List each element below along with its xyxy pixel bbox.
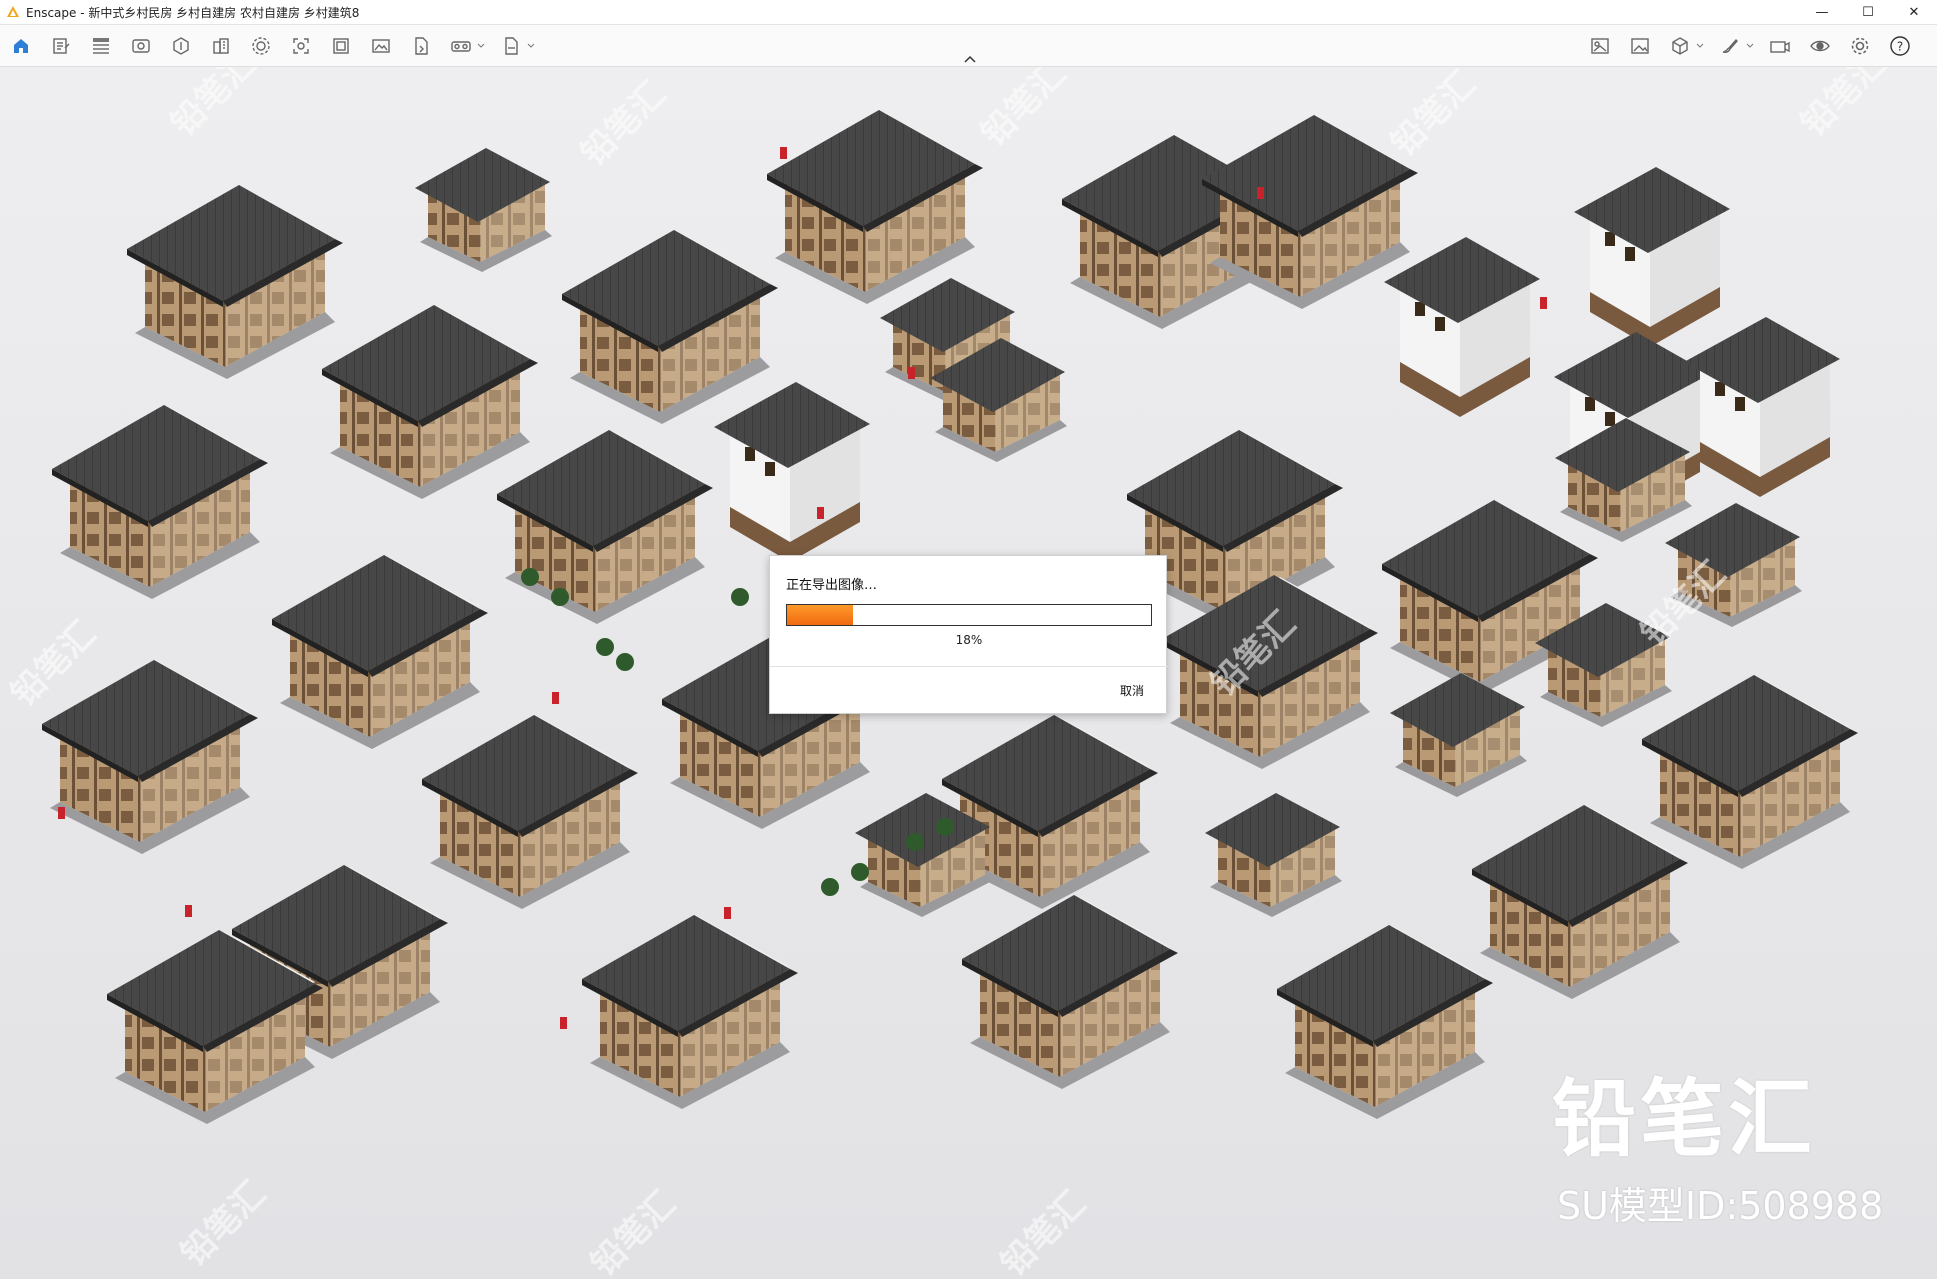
collapse-toolbar-chevron-up-icon[interactable] [960,52,980,66]
export-progress-dialog: 正在导出图像… 18% 取消 [769,555,1168,714]
notes-icon[interactable] [48,33,74,59]
home-icon[interactable] [8,33,34,59]
brush-dropdown-chevron-down-icon[interactable] [1745,33,1755,59]
maximize-button[interactable]: ☐ [1845,0,1891,25]
toolbar-left [8,33,548,59]
cube-dropdown-chevron-down-icon[interactable] [1695,33,1705,59]
svg-text:?: ? [1897,40,1903,54]
watermark-brand: 铅笔汇 [1552,1070,1817,1168]
progress-percent: 18% [955,633,983,647]
title-bar: Enscape - 新中式乡村民房 乡村自建房 农村自建房 乡村建筑8 — ☐ … [0,0,1937,25]
progress-bar [786,604,1152,626]
cube-icon[interactable] [1667,33,1693,59]
settings-icon[interactable] [1847,33,1873,59]
progress-bar-fill [787,605,853,625]
building-icon[interactable] [208,33,234,59]
bim-icon[interactable] [88,33,114,59]
brush-icon[interactable] [1717,33,1743,59]
frame-icon[interactable] [328,33,354,59]
toolbar-right: ? [1587,33,1927,59]
window-title: Enscape - 新中式乡村民房 乡村自建房 农村自建房 乡村建筑8 [26,5,360,20]
exe-export-icon[interactable] [498,33,524,59]
help-icon[interactable]: ? [1887,33,1913,59]
cancel-button[interactable]: 取消 [1120,682,1144,699]
settings-gear-icon[interactable] [248,33,274,59]
vr-dropdown-chevron-down-icon[interactable] [476,33,486,59]
dialog-divider [770,666,1168,667]
dialog-title: 正在导出图像… [786,578,878,593]
file-export-icon[interactable] [408,33,434,59]
image-editor-icon[interactable] [1587,33,1613,59]
image-icon[interactable] [368,33,394,59]
watermark-model-id: SU模型ID:508988 [1557,1184,1884,1228]
vr-headset-icon[interactable] [448,33,474,59]
camera-icon[interactable] [1767,33,1793,59]
enscape-logo-icon [6,5,20,19]
screenshot-icon[interactable] [288,33,314,59]
asset-library-icon[interactable] [168,33,194,59]
gallery-icon[interactable] [1627,33,1653,59]
view-icon[interactable] [128,33,154,59]
window-controls: — ☐ ✕ [1799,0,1937,25]
minimize-button[interactable]: — [1799,0,1845,25]
export-dropdown-chevron-down-icon[interactable] [526,33,536,59]
eye-icon[interactable] [1807,33,1833,59]
close-button[interactable]: ✕ [1891,0,1937,25]
